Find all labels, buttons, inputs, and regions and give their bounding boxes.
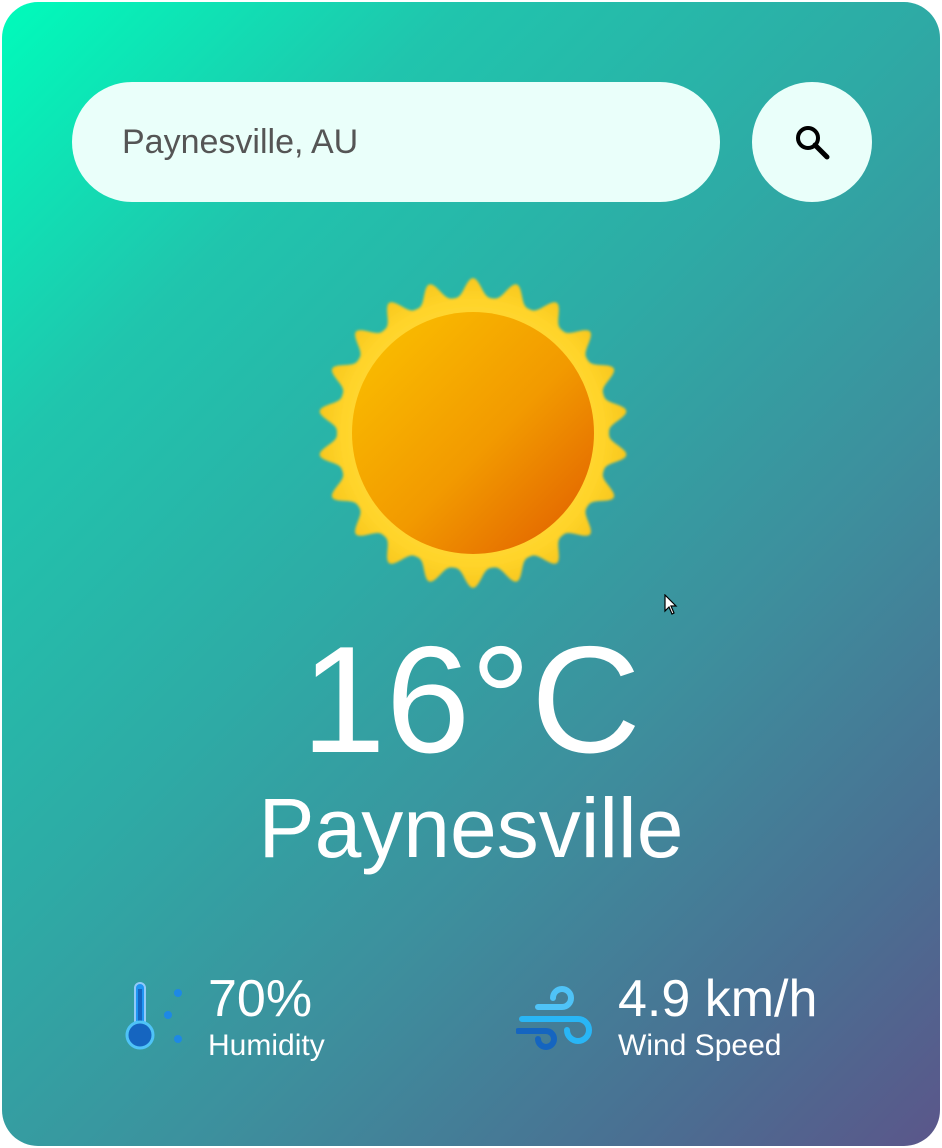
humidity-icon [125, 982, 182, 1050]
search-icon [796, 126, 830, 160]
humidity-detail: 70% Humidity [122, 970, 325, 1064]
humidity-value: 70% [208, 970, 313, 1028]
wind-label: Wind Speed [618, 1029, 782, 1062]
city-name: Paynesville [258, 781, 684, 875]
wind-detail: 4.9 km/h Wind Speed [516, 970, 817, 1064]
temperature: 16°C [301, 615, 641, 785]
search-input[interactable] [72, 82, 720, 202]
mouse-cursor-icon [664, 594, 678, 615]
search-button[interactable] [752, 82, 872, 202]
sun-icon [319, 278, 627, 588]
weather-card: 16°C Paynesville 70% Humidity 4.9 km/h W… [2, 2, 940, 1146]
humidity-text: 70% Humidity [208, 970, 325, 1064]
wind-icon [516, 986, 592, 1050]
wind-text: 4.9 km/h Wind Speed [618, 970, 817, 1064]
wind-value: 4.9 km/h [618, 970, 818, 1028]
humidity-label: Humidity [208, 1029, 325, 1062]
